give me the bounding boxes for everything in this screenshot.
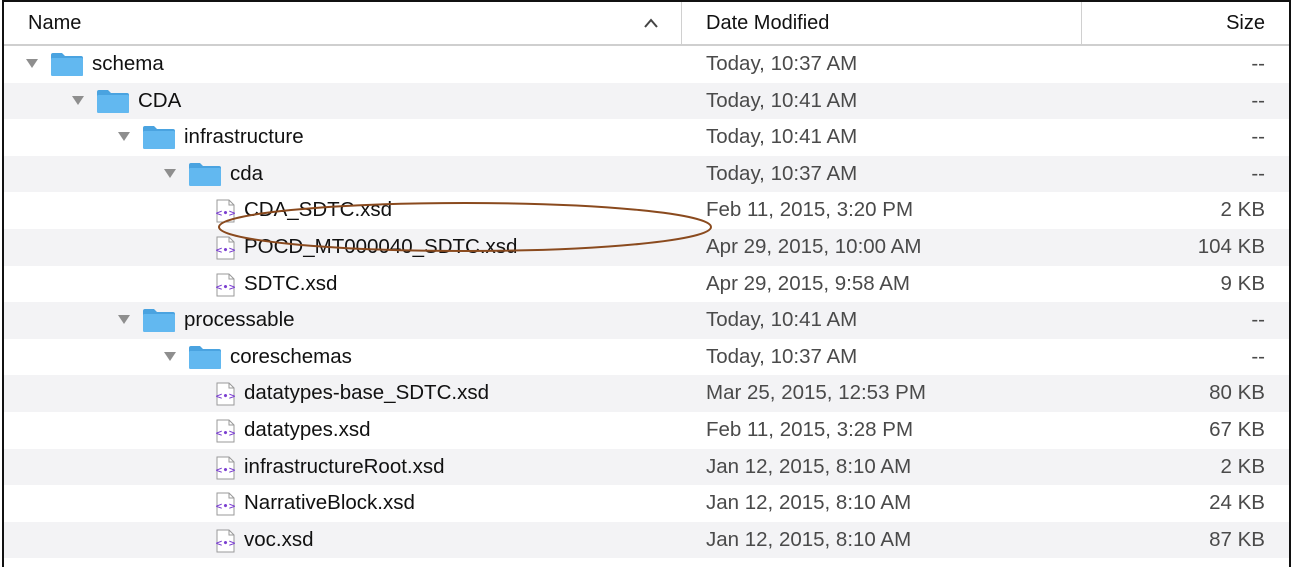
item-size: --	[1251, 308, 1265, 332]
folder-row[interactable]: infrastructure Today, 10:41 AM --	[4, 119, 1289, 156]
xsd-file-icon: <•>	[215, 529, 236, 553]
folder-row[interactable]: processable Today, 10:41 AM --	[4, 302, 1289, 339]
xsd-file-icon: <•>	[215, 273, 236, 297]
item-size: 24 KB	[1209, 491, 1265, 515]
item-name: schema	[92, 52, 164, 75]
column-header-size[interactable]: Size	[1082, 2, 1289, 44]
item-date-modified: Today, 10:41 AM	[706, 125, 858, 149]
file-rows: schema Today, 10:37 AM -- CDA Today, 10:41 A…	[4, 46, 1289, 559]
item-name: SDTC.xsd	[244, 271, 338, 295]
folder-icon	[143, 126, 175, 150]
item-size: 9 KB	[1220, 271, 1265, 295]
item-name: CDA_SDTC.xsd	[244, 198, 393, 222]
file-row[interactable]: <•> POCD_MT000040_SDTC.xsd Apr 29, 2015, 1…	[4, 228, 1289, 266]
item-size: 2 KB	[1220, 198, 1265, 222]
folder-icon	[189, 162, 221, 186]
xsd-file-icon: <•>	[215, 419, 236, 443]
xsd-file-icon: <•>	[215, 456, 236, 480]
column-header: Name Date Modified Size	[4, 2, 1289, 46]
item-name: datatypes.xsd	[244, 417, 371, 441]
file-row[interactable]: <•> datatypes-base_SDTC.xsd Mar 25, 2015, …	[4, 375, 1289, 412]
item-date-modified: Mar 25, 2015, 12:53 PM	[706, 381, 926, 405]
item-date-modified: Apr 29, 2015, 10:00 AM	[706, 234, 922, 258]
xsd-file-icon: <•>	[215, 199, 236, 223]
file-row[interactable]: <•> NarrativeBlock.xsd Jan 12, 2015, 8:10 …	[4, 485, 1289, 522]
disclosure-triangle-icon[interactable]	[118, 315, 130, 325]
item-name: processable	[184, 308, 295, 332]
folder-row[interactable]: CDA Today, 10:41 AM --	[4, 82, 1289, 120]
column-header-date[interactable]: Date Modified	[682, 2, 1082, 44]
item-date-modified: Today, 10:37 AM	[706, 52, 858, 75]
disclosure-triangle-icon[interactable]	[164, 351, 176, 362]
item-date-modified: Feb 11, 2015, 3:28 PM	[706, 417, 914, 441]
item-size: --	[1251, 52, 1265, 75]
item-date-modified: Today, 10:37 AM	[706, 161, 858, 185]
svg-text:<•>: <•>	[215, 502, 236, 512]
item-size: 104 KB	[1197, 234, 1265, 258]
file-row[interactable]: <•> CDA_SDTC.xsd Feb 11, 2015, 3:20 PM 2 KB	[4, 192, 1289, 229]
xsd-file-icon: <•>	[215, 492, 236, 516]
svg-text:<•>: <•>	[215, 246, 236, 256]
item-name: coreschemas	[230, 344, 352, 368]
item-size: --	[1251, 161, 1265, 185]
item-size: --	[1251, 344, 1265, 368]
svg-text:<•>: <•>	[215, 209, 236, 219]
svg-text:<•>: <•>	[215, 539, 236, 549]
file-row[interactable]: <•> datatypes.xsd Feb 11, 2015, 3:28 PM 67 …	[4, 412, 1289, 449]
folder-row[interactable]: coreschemas Today, 10:37 AM --	[4, 339, 1289, 376]
item-name: NarrativeBlock.xsd	[244, 491, 415, 515]
item-size: 2 KB	[1220, 454, 1265, 478]
item-size: --	[1251, 88, 1265, 112]
disclosure-triangle-icon[interactable]	[72, 95, 84, 106]
item-name: CDA	[138, 88, 182, 112]
item-name: infrastructureRoot.xsd	[244, 454, 445, 478]
column-header-name-label: Name	[28, 12, 82, 34]
item-date-modified: Jan 12, 2015, 8:10 AM	[706, 491, 912, 515]
column-header-name[interactable]: Name	[4, 2, 682, 44]
xsd-file-icon: <•>	[215, 382, 236, 406]
folder-icon	[189, 345, 221, 369]
svg-text:<•>: <•>	[215, 466, 236, 476]
file-row[interactable]: <•> infrastructureRoot.xsd Jan 12, 2015, 8…	[4, 448, 1289, 486]
svg-text:<•>: <•>	[215, 429, 236, 439]
svg-text:<•>: <•>	[215, 392, 236, 402]
file-row[interactable]: <•> SDTC.xsd Apr 29, 2015, 9:58 AM 9 KB	[4, 266, 1289, 303]
folder-icon	[97, 89, 129, 113]
file-row[interactable]: <•> voc.xsd Jan 12, 2015, 8:10 AM 87 KB	[4, 521, 1289, 559]
folder-icon	[51, 53, 83, 76]
item-size: 67 KB	[1209, 417, 1265, 441]
item-size: 87 KB	[1209, 527, 1265, 551]
xsd-file-icon: <•>	[215, 236, 236, 260]
disclosure-triangle-icon[interactable]	[164, 168, 176, 179]
disclosure-triangle-icon[interactable]	[118, 132, 130, 142]
item-name: POCD_MT000040_SDTC.xsd	[244, 234, 518, 258]
item-date-modified: Today, 10:37 AM	[706, 344, 858, 368]
disclosure-triangle-icon[interactable]	[26, 59, 38, 69]
item-date-modified: Apr 29, 2015, 9:58 AM	[706, 271, 910, 295]
item-name: voc.xsd	[244, 527, 314, 551]
folder-icon	[143, 309, 175, 333]
item-size: --	[1251, 125, 1265, 149]
file-list-view: Name Date Modified Size schema Today, 10:…	[2, 0, 1291, 567]
column-header-size-label: Size	[1226, 12, 1265, 34]
item-date-modified: Jan 12, 2015, 8:10 AM	[706, 454, 912, 478]
item-size: 80 KB	[1209, 381, 1265, 405]
item-date-modified: Today, 10:41 AM	[706, 88, 858, 112]
sort-ascending-icon	[644, 18, 658, 28]
item-date-modified: Today, 10:41 AM	[706, 308, 858, 332]
column-header-date-label: Date Modified	[706, 12, 830, 34]
item-date-modified: Feb 11, 2015, 3:20 PM	[706, 198, 914, 222]
item-name: datatypes-base_SDTC.xsd	[244, 381, 489, 405]
svg-text:<•>: <•>	[215, 283, 236, 293]
folder-row[interactable]: cda Today, 10:37 AM --	[4, 155, 1289, 193]
item-name: infrastructure	[184, 125, 304, 149]
item-name: cda	[230, 161, 264, 185]
item-date-modified: Jan 12, 2015, 8:10 AM	[706, 527, 912, 551]
folder-row[interactable]: schema Today, 10:37 AM --	[4, 46, 1289, 83]
